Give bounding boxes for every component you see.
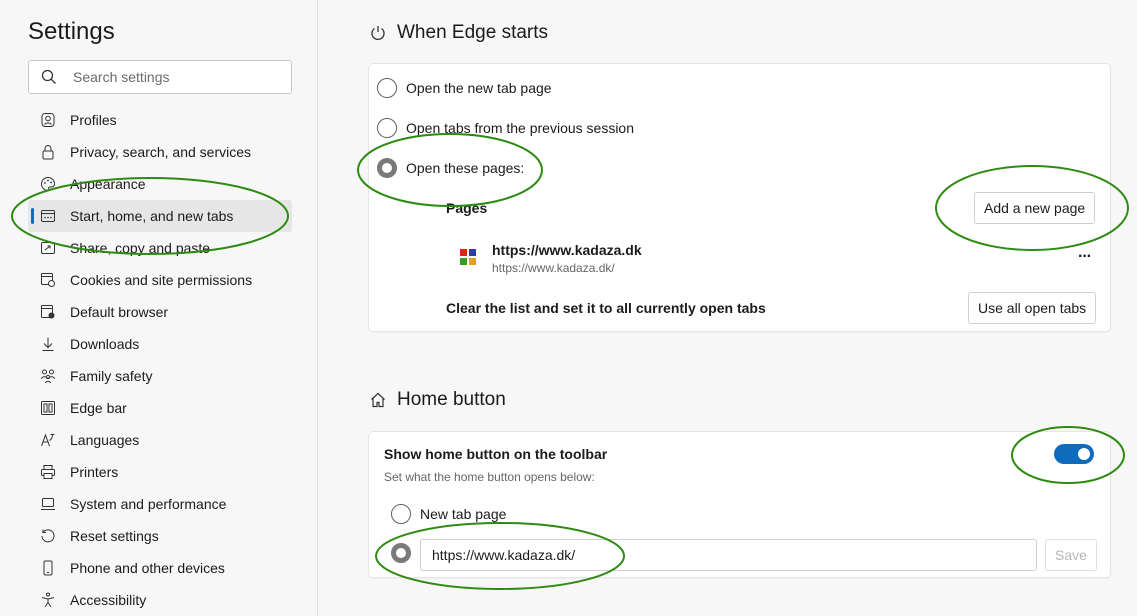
- pages-heading: Pages: [446, 200, 488, 216]
- download-icon: [42, 337, 54, 351]
- lock-icon: [42, 145, 54, 160]
- home-icon: [371, 392, 385, 408]
- sidebar-item-label: Privacy, search, and services: [70, 144, 252, 160]
- sidebar-item-label: Default browser: [70, 304, 169, 320]
- radio-circle-checked[interactable]: [377, 158, 397, 178]
- sidebar-item-downloads[interactable]: Downloads: [28, 328, 292, 360]
- sidebar-item-cookies[interactable]: Cookies and site permissions: [28, 264, 292, 296]
- sidebar-item-label: Reset settings: [70, 528, 159, 544]
- radio-label: Open the new tab page: [406, 80, 552, 96]
- settings-nav: Profiles Privacy, search, and services A…: [28, 104, 292, 616]
- radio-label: New tab page: [420, 506, 507, 522]
- sidebar-item-share-copy-paste[interactable]: Share, copy and paste: [28, 232, 292, 264]
- add-new-page-button[interactable]: Add a new page: [974, 192, 1096, 224]
- system-icon: [41, 498, 55, 510]
- more-options-icon[interactable]: ···: [1078, 248, 1092, 266]
- sidebar-item-system-performance[interactable]: System and performance: [28, 488, 292, 520]
- radio-home-custom-url[interactable]: [391, 543, 420, 563]
- radio-circle-checked[interactable]: [391, 543, 411, 563]
- home-url-input[interactable]: [420, 539, 1037, 571]
- page-entry: https://www.kadaza.dk https://www.kadaza…: [459, 240, 1099, 280]
- radio-home-new-tab-page[interactable]: New tab page: [391, 504, 506, 524]
- browser-icon: [41, 305, 55, 319]
- share-icon: [41, 242, 55, 254]
- radio-label: Open these pages:: [406, 160, 525, 176]
- home-description: Set what the home button opens below:: [384, 470, 595, 484]
- sidebar-item-printers[interactable]: Printers: [28, 456, 292, 488]
- radio-label: Open tabs from the previous session: [406, 120, 635, 136]
- power-icon: [371, 26, 385, 40]
- edge-bar-icon: [41, 401, 55, 415]
- sidebar-item-phone-devices[interactable]: Phone and other devices: [28, 552, 292, 584]
- palette-icon: [41, 176, 56, 192]
- home-toggle-label: Show home button on the toolbar: [384, 446, 608, 462]
- home-button-toggle[interactable]: [1054, 444, 1094, 464]
- accessibility-icon: [41, 592, 55, 608]
- sidebar-item-privacy[interactable]: Privacy, search, and services: [28, 136, 292, 168]
- radio-circle[interactable]: [377, 78, 397, 98]
- languages-icon: [41, 433, 55, 447]
- sidebar-item-accessibility[interactable]: Accessibility: [28, 584, 292, 616]
- page-entry-title: https://www.kadaza.dk: [492, 242, 642, 258]
- radio-open-new-tab[interactable]: Open the new tab page: [377, 78, 552, 98]
- search-icon: [41, 69, 56, 84]
- cookies-icon: [41, 273, 55, 287]
- search-input[interactable]: [73, 61, 283, 93]
- use-all-open-tabs-button[interactable]: Use all open tabs: [968, 292, 1097, 324]
- sidebar-item-label: Edge bar: [70, 400, 127, 416]
- sidebar-item-label: Cookies and site permissions: [70, 272, 253, 288]
- sidebar-item-languages[interactable]: Languages: [28, 424, 292, 456]
- sidebar-item-label: Share, copy and paste: [70, 240, 211, 256]
- home-button-heading: Home button: [369, 389, 506, 411]
- clear-list-text: Clear the list and set it to all current…: [446, 300, 766, 316]
- radio-previous-session[interactable]: Open tabs from the previous session: [377, 118, 634, 138]
- sidebar-item-label: Phone and other devices: [70, 560, 225, 576]
- sidebar-item-edge-bar[interactable]: Edge bar: [28, 392, 292, 424]
- save-button[interactable]: Save: [1045, 539, 1097, 571]
- sidebar-item-family-safety[interactable]: Family safety: [28, 360, 292, 392]
- family-icon: [41, 369, 55, 384]
- reset-icon: [41, 529, 55, 543]
- phone-icon: [43, 560, 53, 576]
- page-entry-url: https://www.kadaza.dk/: [492, 261, 615, 275]
- sidebar-item-profiles[interactable]: Profiles: [28, 104, 292, 136]
- toggle-knob: [1078, 448, 1090, 460]
- settings-title: Settings: [28, 18, 115, 45]
- sidebar-item-label: Accessibility: [70, 592, 147, 608]
- when-edge-starts-heading: When Edge starts: [369, 22, 548, 44]
- sidebar-item-appearance[interactable]: Appearance: [28, 168, 292, 200]
- sidebar-item-label: Downloads: [70, 336, 140, 352]
- sidebar-item-label: Start, home, and new tabs: [70, 208, 234, 224]
- sidebar-item-label: Family safety: [70, 368, 153, 384]
- section-title-text: When Edge starts: [397, 22, 549, 43]
- search-box[interactable]: [28, 60, 292, 94]
- printer-icon: [41, 465, 55, 479]
- sidebar-item-reset-settings[interactable]: Reset settings: [28, 520, 292, 552]
- settings-main: When Edge starts Open the new tab page O…: [319, 0, 1137, 616]
- sidebar-item-label: Printers: [70, 464, 119, 480]
- sidebar-item-start-home-new-tabs[interactable]: Start, home, and new tabs: [28, 200, 292, 232]
- kadaza-favicon-icon: [460, 249, 476, 265]
- sidebar-item-label: Languages: [70, 432, 140, 448]
- start-icon: [41, 210, 55, 222]
- sidebar-item-label: System and performance: [70, 496, 227, 512]
- radio-open-these-pages[interactable]: Open these pages:: [377, 158, 524, 178]
- home-button-card: Show home button on the toolbar Set what…: [369, 432, 1110, 577]
- sidebar-item-label: Appearance: [70, 176, 146, 192]
- profile-icon: [41, 113, 55, 127]
- when-edge-starts-card: Open the new tab page Open tabs from the…: [369, 64, 1110, 331]
- section-title-text: Home button: [397, 389, 506, 410]
- sidebar-item-label: Profiles: [70, 112, 117, 128]
- settings-sidebar: Settings Profiles Privacy, search, and s…: [0, 0, 318, 616]
- radio-circle[interactable]: [377, 118, 397, 138]
- radio-circle[interactable]: [391, 504, 411, 524]
- sidebar-item-default-browser[interactable]: Default browser: [28, 296, 292, 328]
